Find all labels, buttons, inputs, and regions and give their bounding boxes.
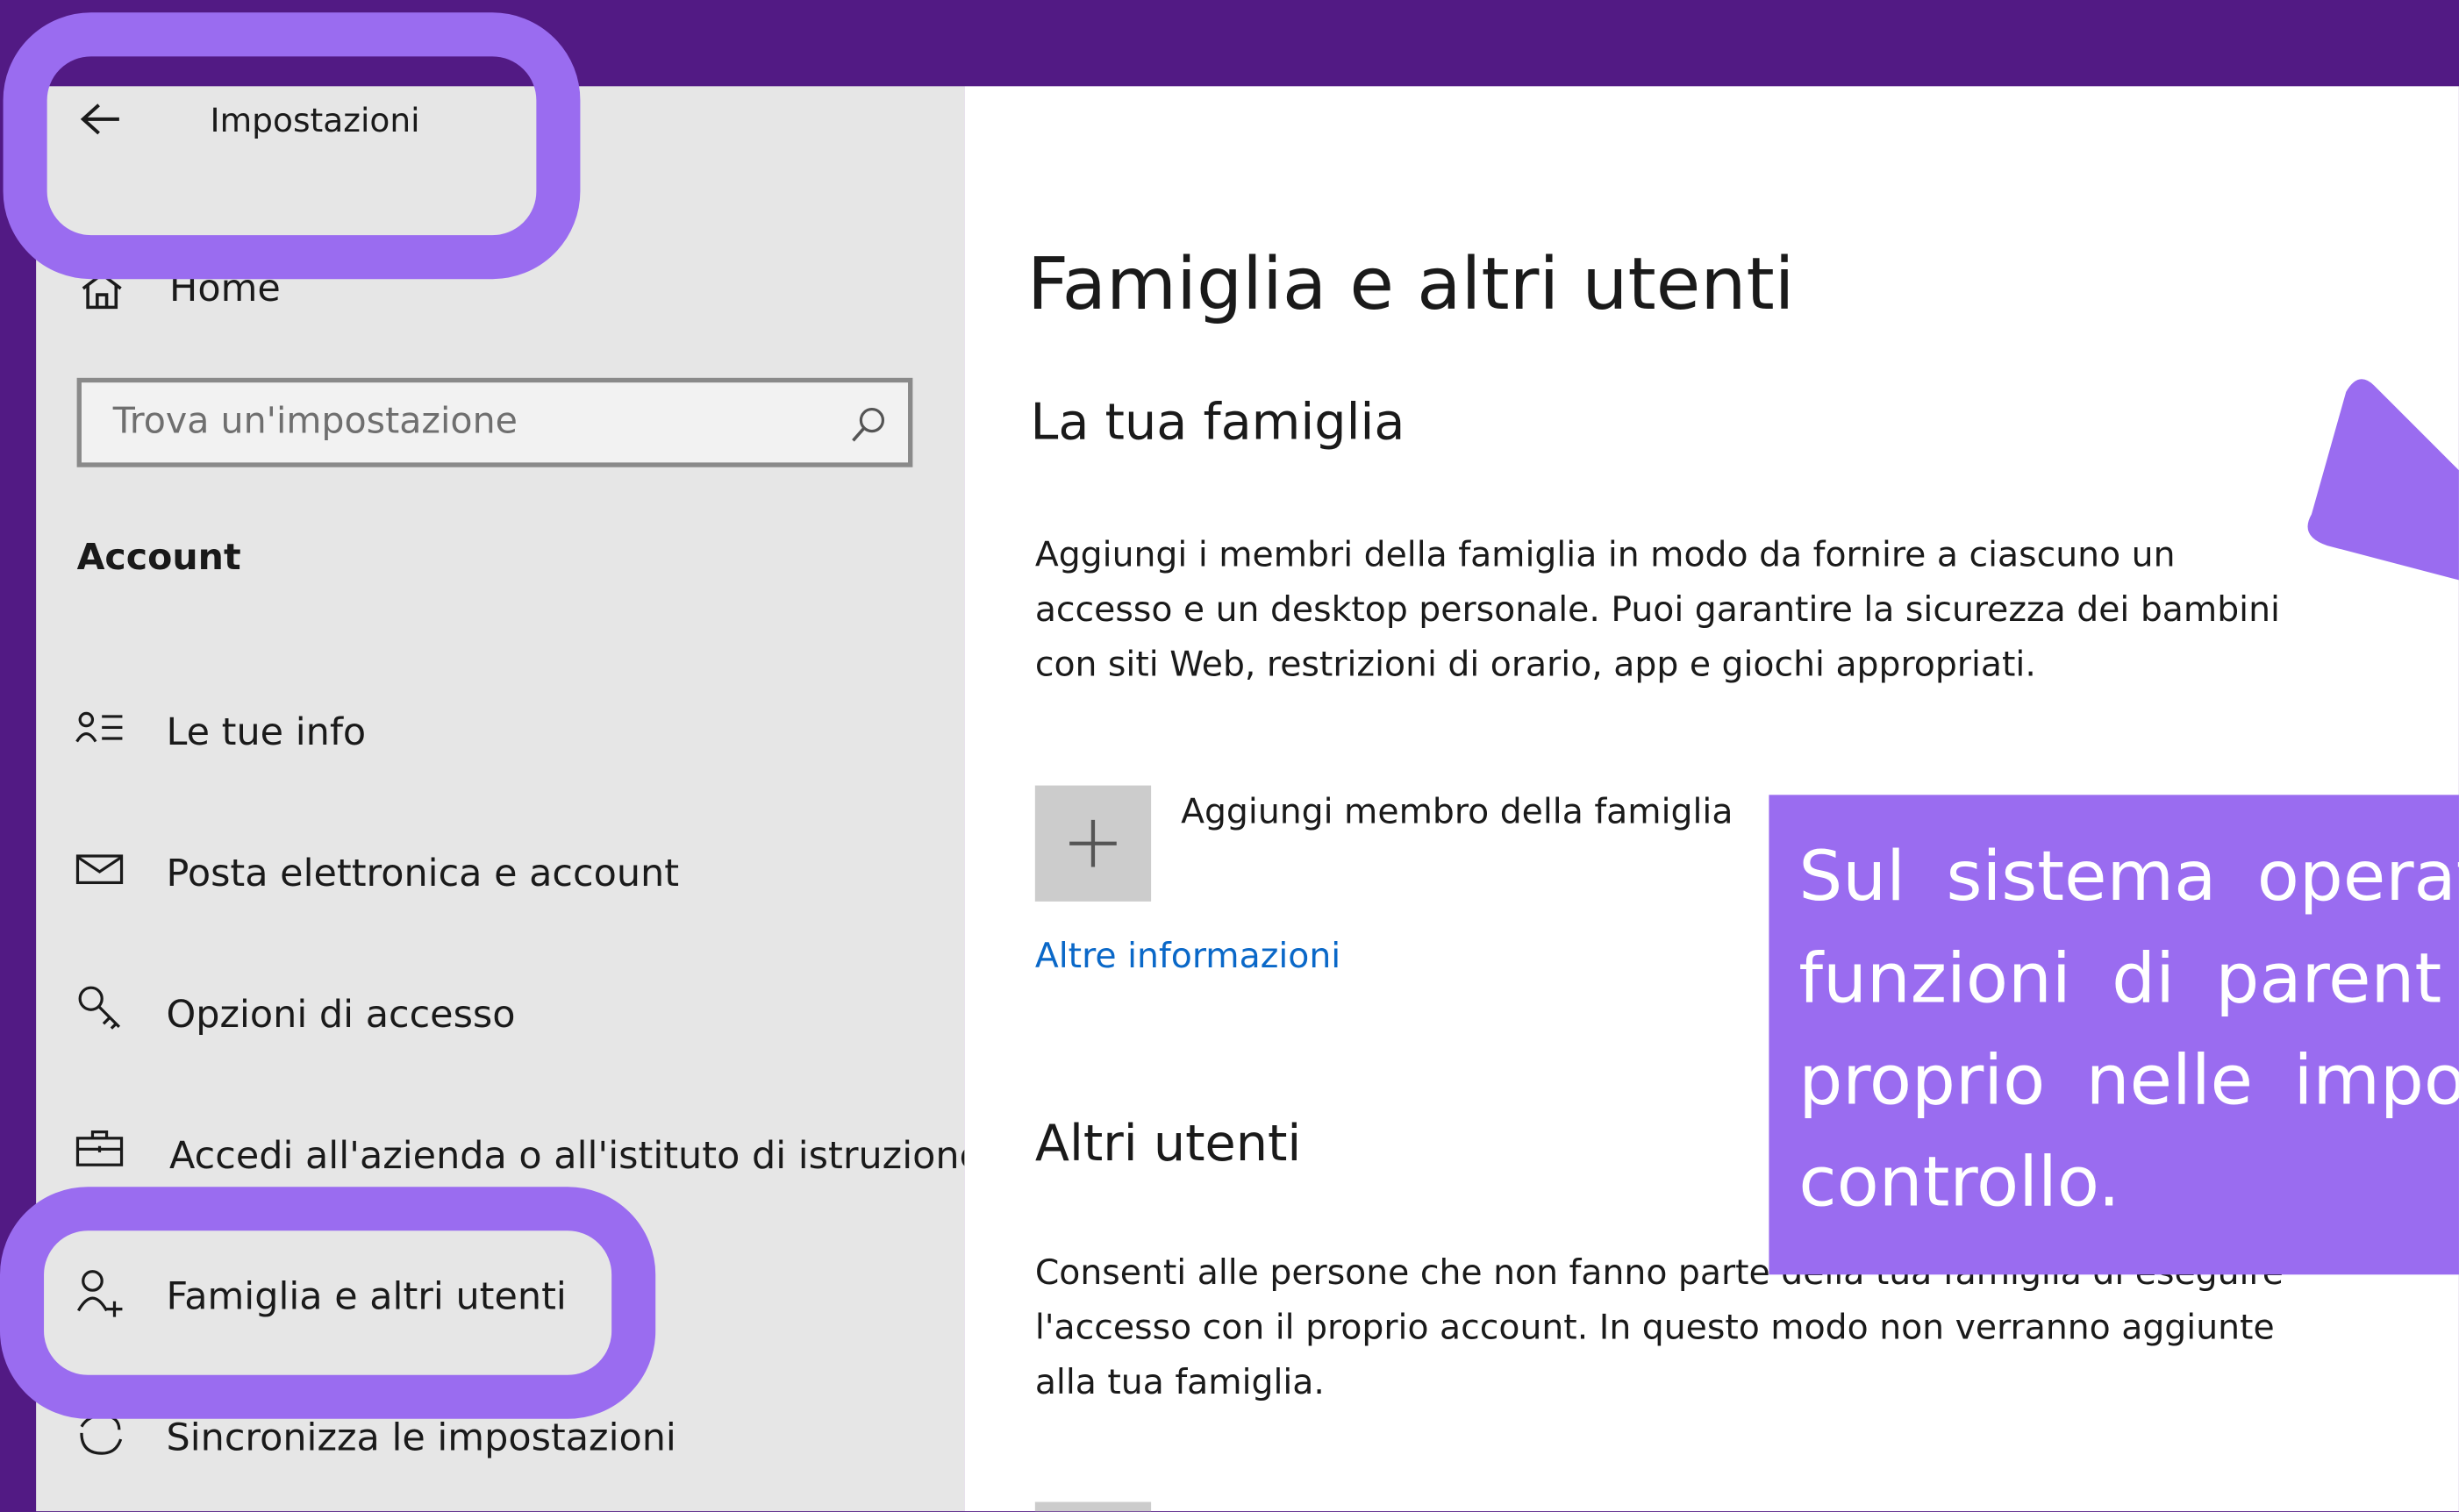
- highlight-ring-family-item: [0, 1187, 656, 1419]
- callout-line: controllo.: [1798, 1143, 2120, 1223]
- highlight-ring-title: [3, 12, 581, 280]
- callout-line: funzioni di parent: [1798, 938, 2442, 1019]
- family-section-title: La tua famiglia: [1030, 391, 1405, 452]
- add-other-user-button[interactable]: [1034, 1501, 1152, 1512]
- family-description: Aggiungi i membri della famiglia in modo…: [1035, 528, 2353, 693]
- stage: Impostazioni Home Trova un'impostazione …: [0, 0, 2459, 1512]
- search-icon[interactable]: [848, 404, 889, 452]
- sidebar-section-title: Account: [76, 538, 241, 579]
- callout-line: proprio nelle impos: [1798, 1040, 2459, 1122]
- briefcase-icon: [75, 1129, 125, 1169]
- family-description-line: Aggiungi i membri della famiglia in modo…: [1034, 536, 2176, 576]
- other-users-description-line: l'accesso con il proprio account. In que…: [1034, 1309, 2275, 1349]
- sidebar-item-email-accounts[interactable]: Posta elettronica e account: [166, 854, 679, 892]
- add-family-member-label[interactable]: Aggiungi membro della famiglia: [1181, 795, 1733, 831]
- sidebar-item-your-info[interactable]: Le tue info: [166, 713, 366, 751]
- other-users-description-line: alla tua famiglia.: [1034, 1364, 1325, 1403]
- family-description-line: con siti Web, restrizioni di orario, app…: [1034, 645, 2036, 686]
- more-info-link[interactable]: Altre informazioni: [1035, 940, 1340, 975]
- mail-icon: [75, 852, 125, 887]
- key-icon: [75, 983, 125, 1037]
- sidebar-item-sync-settings[interactable]: Sincronizza le impostazioni: [166, 1419, 676, 1457]
- callout-line: Sul sistema operativ: [1798, 837, 2459, 917]
- family-description-line: accesso e un desktop personale. Puoi gar…: [1034, 590, 2280, 631]
- plus-icon: [1069, 819, 1117, 867]
- person-info-icon: [75, 710, 125, 748]
- sidebar-item-work-school[interactable]: Accedi all'azienda o all'istituto di ist…: [169, 1137, 983, 1174]
- other-users-section-title: Altri utenti: [1034, 1113, 1302, 1173]
- add-family-member-button[interactable]: [1034, 785, 1152, 902]
- page-title: Famiglia e altri utenti: [1026, 241, 1795, 326]
- callout-arrow-shape: [2307, 379, 2459, 581]
- search-input[interactable]: Trova un'impostazione: [76, 377, 913, 467]
- info-callout-box: Sul sistema operativ funzioni di parent …: [1769, 795, 2459, 1275]
- search-placeholder: Trova un'impostazione: [112, 401, 518, 443]
- sidebar-item-sign-in-options[interactable]: Opzioni di accesso: [166, 995, 515, 1033]
